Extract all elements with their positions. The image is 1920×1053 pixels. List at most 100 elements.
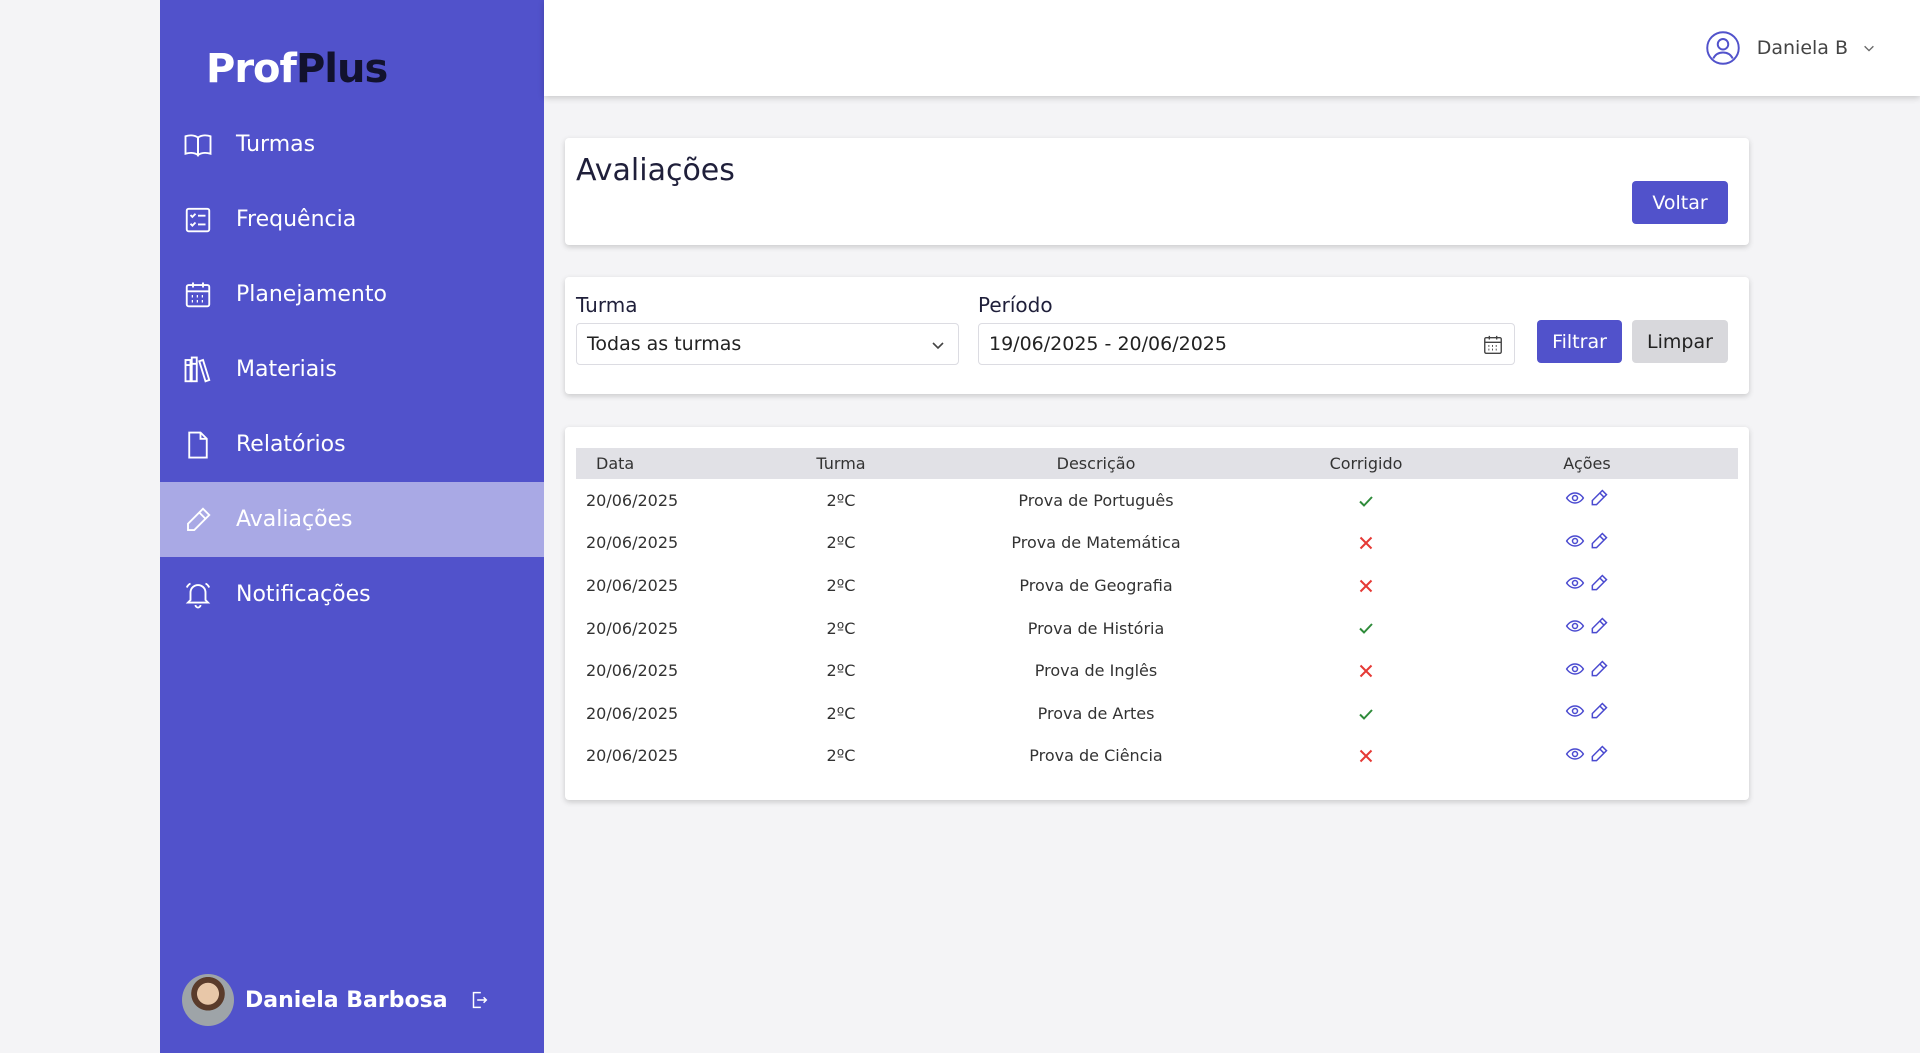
chevron-down-icon (932, 342, 944, 350)
periodo-input-value: 19/06/2025 - 20/06/2025 (989, 333, 1227, 355)
user-circle-icon (1705, 31, 1740, 65)
column-header-descricao[interactable]: Descrição (896, 448, 1296, 479)
cell-acoes (1436, 649, 1738, 692)
cell-corrigido (1296, 735, 1436, 778)
cross-icon (1356, 575, 1376, 594)
brand-part2: Plus (295, 46, 388, 92)
cell-data: 20/06/2025 (586, 618, 679, 638)
table-row: 20/06/2025 2ºC Prova de Artes (576, 692, 1738, 735)
checklist-icon (182, 204, 214, 236)
cell-corrigido (1296, 479, 1436, 522)
sidebar-item-label: Relatórios (236, 432, 346, 457)
cell-descricao: Prova de História (1027, 618, 1165, 638)
edit-icon[interactable] (1589, 616, 1609, 636)
avatar[interactable] (182, 974, 234, 1026)
clear-button[interactable]: Limpar (1632, 320, 1728, 363)
check-icon (1356, 703, 1376, 722)
periodo-input[interactable]: 19/06/2025 - 20/06/2025 (978, 323, 1515, 365)
edit-icon[interactable] (1589, 488, 1609, 508)
view-icon[interactable] (1565, 573, 1585, 593)
edit-icon[interactable] (1589, 531, 1609, 551)
cell-corrigido (1296, 649, 1436, 692)
view-icon[interactable] (1565, 531, 1585, 551)
edit-icon[interactable] (1589, 701, 1609, 721)
cell-corrigido (1296, 564, 1436, 607)
sidebar-item-avaliacoes[interactable]: Avaliações (160, 482, 544, 557)
cell-corrigido (1296, 522, 1436, 565)
column-header-corrigido[interactable]: Corrigido (1296, 448, 1436, 479)
table-row: 20/06/2025 2ºC Prova de Inglês (576, 649, 1738, 692)
view-icon[interactable] (1565, 744, 1585, 764)
turma-select-value: Todas as turmas (587, 333, 742, 355)
sidebar-item-frequencia[interactable]: Frequência (160, 182, 544, 257)
edit-icon[interactable] (1589, 744, 1609, 764)
edit-icon[interactable] (1589, 659, 1609, 679)
filter-button[interactable]: Filtrar (1537, 320, 1622, 363)
topbar: Daniela B (544, 0, 1920, 96)
cell-descricao: Prova de Português (1018, 490, 1174, 510)
sidebar-item-notificacoes[interactable]: Notificações (160, 557, 544, 632)
cross-icon (1356, 533, 1376, 552)
sidebar-item-turmas[interactable]: Turmas (160, 107, 544, 182)
calendar-icon (182, 279, 214, 311)
cell-corrigido (1296, 692, 1436, 735)
periodo-label: Período (978, 293, 1053, 317)
logout-icon[interactable] (468, 989, 490, 1011)
cell-turma: 2ºC (826, 661, 856, 681)
cell-data: 20/06/2025 (586, 703, 679, 723)
edit-icon[interactable] (1589, 573, 1609, 593)
check-icon (1356, 618, 1376, 637)
cell-descricao: Prova de Ciência (1029, 746, 1163, 766)
sidebar-item-label: Notificações (236, 582, 371, 607)
sidebar-item-label: Materiais (236, 357, 337, 382)
table-header-row: Data Turma Descrição Corrigido Ações (576, 448, 1738, 479)
cell-data: 20/06/2025 (586, 533, 679, 553)
file-icon (182, 429, 214, 461)
cross-icon (1356, 660, 1376, 679)
table-row: 20/06/2025 2ºC Prova de Ciência (576, 735, 1738, 778)
cell-acoes (1436, 607, 1738, 650)
sidebar-user: Daniela Barbosa (182, 974, 490, 1026)
chevron-down-icon (1864, 45, 1874, 52)
cell-descricao: Prova de Matemática (1011, 533, 1181, 553)
brand-part1: Prof (206, 46, 297, 92)
filter-card: Turma Todas as turmas Período 19/06/2025… (565, 277, 1749, 394)
library-icon (182, 354, 214, 386)
sidebar-item-materiais[interactable]: Materiais (160, 332, 544, 407)
column-header-data[interactable]: Data (576, 448, 786, 479)
cell-corrigido (1296, 607, 1436, 650)
evaluations-table: Data Turma Descrição Corrigido Ações 20/… (576, 448, 1738, 777)
calendar-icon[interactable] (1482, 334, 1504, 356)
cell-acoes (1436, 479, 1738, 522)
turma-select[interactable]: Todas as turmas (576, 323, 959, 365)
view-icon[interactable] (1565, 616, 1585, 636)
view-icon[interactable] (1565, 701, 1585, 721)
table-row: 20/06/2025 2ºC Prova de Geografia (576, 564, 1738, 607)
cell-turma: 2ºC (826, 746, 856, 766)
cell-acoes (1436, 564, 1738, 607)
user-menu-name: Daniela B (1756, 37, 1848, 59)
bell-icon (182, 579, 214, 611)
title-card: Avaliações Voltar (565, 138, 1749, 245)
column-header-turma[interactable]: Turma (786, 448, 896, 479)
sidebar: ProfPlus Turmas Frequência Planejamento … (160, 0, 544, 1053)
book-open-icon (182, 129, 214, 161)
check-icon (1356, 490, 1376, 509)
brand-logo[interactable]: ProfPlus (206, 46, 388, 92)
sidebar-item-label: Planejamento (236, 282, 387, 307)
cell-turma: 2ºC (826, 618, 856, 638)
sidebar-item-planejamento[interactable]: Planejamento (160, 257, 544, 332)
cell-turma: 2ºC (826, 575, 856, 595)
view-icon[interactable] (1565, 488, 1585, 508)
sidebar-item-relatorios[interactable]: Relatórios (160, 407, 544, 482)
table-row: 20/06/2025 2ºC Prova de Matemática (576, 522, 1738, 565)
user-menu[interactable]: Daniela B (1705, 30, 1876, 66)
cell-turma: 2ºC (826, 533, 856, 553)
cell-turma: 2ºC (826, 490, 856, 510)
sidebar-user-name: Daniela Barbosa (245, 987, 448, 1013)
sidebar-item-label: Avaliações (236, 507, 353, 532)
sidebar-nav: Turmas Frequência Planejamento Materiais… (160, 107, 544, 632)
view-icon[interactable] (1565, 659, 1585, 679)
cross-icon (1356, 746, 1376, 765)
back-button[interactable]: Voltar (1632, 181, 1728, 224)
